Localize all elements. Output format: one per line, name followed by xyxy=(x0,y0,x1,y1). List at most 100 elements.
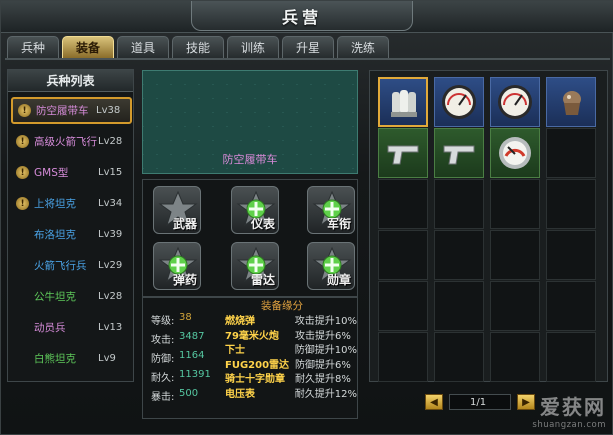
inventory-slot-empty[interactable] xyxy=(378,332,428,382)
inventory-slot-empty[interactable] xyxy=(490,281,540,331)
stat-row: 暴击: 500 xyxy=(151,388,198,404)
unit-level: Lv29 xyxy=(98,260,123,271)
prev-page-button[interactable]: ◀ xyxy=(425,394,443,410)
unit-name: 布洛坦克 xyxy=(34,229,76,241)
unit-name: 白熊坦克 xyxy=(34,353,76,365)
unit-list-item[interactable]: 火箭飞行兵 Lv29 xyxy=(11,252,132,279)
unit-list-item[interactable]: 白熊坦克 Lv9 xyxy=(11,345,132,372)
inventory-item[interactable] xyxy=(490,77,540,127)
inventory-slot-empty[interactable] xyxy=(378,179,428,229)
stat-value: 500 xyxy=(179,388,199,399)
inventory-item[interactable] xyxy=(434,128,484,178)
inventory-slot-empty[interactable] xyxy=(546,281,596,331)
gauge-meter-icon xyxy=(442,85,476,119)
stat-row: 攻击: 3487 xyxy=(151,331,204,347)
stat-value: 1164 xyxy=(179,350,205,361)
bonus-name: 燃烧弹 xyxy=(225,316,255,327)
inventory-slot-empty[interactable] xyxy=(378,281,428,331)
tab-equipment[interactable]: 装备 xyxy=(62,36,114,58)
tab-bar: 兵种 装备 道具 技能 训练 升星 洗练 xyxy=(7,36,389,58)
unit-list-item[interactable]: ! 高级火箭飞行 Lv28 xyxy=(11,128,132,155)
stat-value: 3487 xyxy=(179,331,205,342)
inventory-pager: ◀ 1/1 ▶ xyxy=(425,393,535,411)
stat-row: 防御: 1164 xyxy=(151,350,204,366)
bonus-name: 79毫米火炮 xyxy=(225,330,279,342)
unit-name: 高级火箭飞行 xyxy=(34,136,97,148)
stat-label: 暴击: xyxy=(151,392,175,403)
alert-badge-icon: ! xyxy=(18,104,31,117)
unit-name: 防空履带车 xyxy=(36,105,89,117)
unit-list-item[interactable]: 公牛坦克 Lv28 xyxy=(11,283,132,310)
bonus-effect: 防御提升10% xyxy=(294,345,357,356)
inventory-slot-empty[interactable] xyxy=(490,179,540,229)
tab-skills[interactable]: 技能 xyxy=(172,36,224,58)
equip-slot[interactable]: 仪表 xyxy=(231,186,279,234)
bonus-row: 79毫米火炮 攻击提升6% xyxy=(225,327,357,342)
stat-row: 等级: 38 xyxy=(151,312,192,328)
tab-refine[interactable]: 洗练 xyxy=(337,36,389,58)
unit-list-panel: 兵种列表 ! 防空履带车 Lv38! 高级火箭飞行 Lv28! GMS型 Lv15! 上将坦克… xyxy=(7,69,134,382)
bonus-effect: 攻击提升6% xyxy=(295,330,351,342)
alert-badge-icon: ! xyxy=(16,166,29,179)
bonus-name: 下士 xyxy=(225,345,245,356)
inventory-grid xyxy=(369,70,608,382)
unit-list-item[interactable]: 布洛坦克 Lv39 xyxy=(11,221,132,248)
equip-slot-label: 武器 xyxy=(172,217,197,231)
bonus-name: 电压表 xyxy=(225,388,255,400)
inventory-item[interactable] xyxy=(490,128,540,178)
page-indicator: 1/1 xyxy=(449,394,511,410)
inventory-slot-empty[interactable] xyxy=(546,179,596,229)
inventory-slot-empty[interactable] xyxy=(378,230,428,280)
inventory-slot-empty[interactable] xyxy=(546,230,596,280)
medal-helmet-icon xyxy=(563,91,581,115)
inventory-item[interactable] xyxy=(434,77,484,127)
stats-panel: 装备缘分 等级: 38 攻击: 3487 防御: 1164 耐久: 11391 暴击: 500 燃烧… xyxy=(142,297,358,419)
bonus-row: 骑士十字勋章 耐久提升8% xyxy=(225,370,357,385)
stat-value: 11391 xyxy=(179,369,211,380)
inventory-slot-empty[interactable] xyxy=(546,332,596,382)
inventory-slot-empty[interactable] xyxy=(434,332,484,382)
tab-items[interactable]: 道具 xyxy=(117,36,169,58)
inventory-slot-empty[interactable] xyxy=(434,230,484,280)
inventory-item[interactable] xyxy=(546,77,596,127)
inventory-slot-empty[interactable] xyxy=(434,179,484,229)
equip-slot[interactable]: 武器 xyxy=(153,186,201,234)
bonus-effect: 攻击提升10% xyxy=(294,316,357,327)
stat-label: 耐久: xyxy=(151,373,175,384)
inventory-item[interactable] xyxy=(378,77,428,127)
watermark-en: shuangzan.com xyxy=(532,420,606,430)
ammo-shells-icon xyxy=(391,90,417,117)
tab-upgrade-star[interactable]: 升星 xyxy=(282,36,334,58)
equip-slot[interactable]: 雷达 xyxy=(231,242,279,290)
unit-list-item[interactable]: ! 上将坦克 Lv34 xyxy=(11,190,132,217)
inventory-slot-empty[interactable] xyxy=(490,230,540,280)
tab-units[interactable]: 兵种 xyxy=(7,36,59,58)
tab-training[interactable]: 训练 xyxy=(227,36,279,58)
unit-name: 动员兵 xyxy=(34,322,66,334)
watermark: 爱获网 shuangzan.com xyxy=(532,391,606,430)
equip-slot[interactable]: 弹药 xyxy=(153,242,201,290)
bonus-name: FUG200雷达 xyxy=(225,359,290,371)
stat-value: 38 xyxy=(179,312,192,323)
unit-level: Lv9 xyxy=(98,353,116,364)
equip-slot[interactable]: 勋章 xyxy=(307,242,355,290)
pistol-icon xyxy=(387,145,419,165)
inventory-slot-empty[interactable] xyxy=(546,128,596,178)
bonus-row: 电压表 耐久提升12% xyxy=(225,385,357,400)
equip-slot-label: 军衔 xyxy=(326,217,351,231)
inventory-item[interactable] xyxy=(378,128,428,178)
equip-slot-label: 弹药 xyxy=(172,273,197,287)
inventory-slot-empty[interactable] xyxy=(490,332,540,382)
inventory-slot-empty[interactable] xyxy=(434,281,484,331)
barracks-window: 兵营 兵种 装备 道具 技能 训练 升星 洗练 兵种列表 ! 防空履带车 Lv38!… xyxy=(0,0,613,435)
unit-level: Lv38 xyxy=(96,105,121,116)
unit-list-item[interactable]: ! GMS型 Lv15 xyxy=(11,159,132,186)
unit-list-item[interactable]: 动员兵 Lv13 xyxy=(11,314,132,341)
tab-divider xyxy=(5,58,610,60)
unit-level: Lv15 xyxy=(98,167,123,178)
unit-level: Lv34 xyxy=(98,198,123,209)
equip-slot[interactable]: 军衔 xyxy=(307,186,355,234)
equipment-slots-panel: 武器 仪表 军衔弹药 雷达 勋章 xyxy=(142,179,358,297)
unit-list-item[interactable]: ! 防空履带车 Lv38 xyxy=(11,97,132,124)
bonus-row: 下士 防御提升10% xyxy=(225,341,357,356)
